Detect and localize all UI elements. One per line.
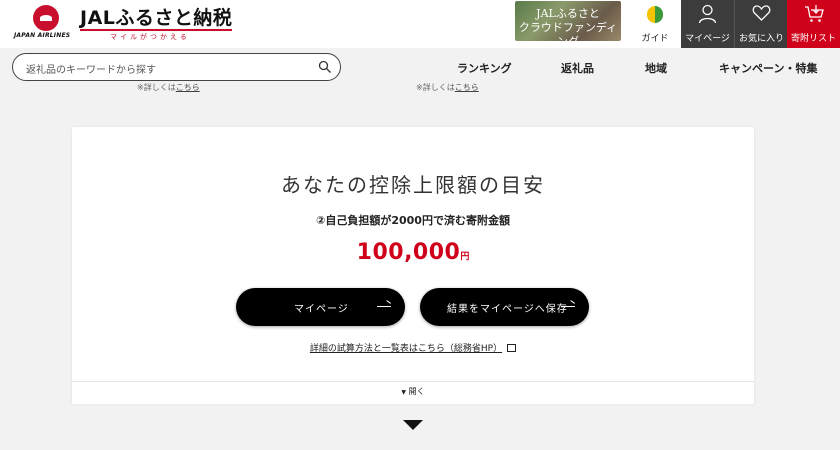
donation-list-button[interactable]: 寄附リスト (787, 0, 840, 48)
site-header: JAPAN AIRLINES JALふるさと納税 マイルがつかえる JALふるさ… (0, 0, 840, 48)
expand-label: 開く (408, 387, 425, 396)
crowdfunding-line2: クラウドファンディング (518, 21, 618, 48)
deduction-result-card: あなたの控除上限額の目安 ②自己負担額が2000円で済む寄附金額 100,000… (72, 127, 754, 404)
nav-item-gifts[interactable]: 返礼品 (561, 60, 594, 76)
main-nav: 返礼品のキーワードから探す ランキング 返礼品 地域 キャンペーン・特集 (0, 48, 840, 86)
arrow-right-icon (561, 306, 575, 307)
save-result-label: 結果をマイページへ保存 (447, 304, 568, 315)
crowdfunding-line1: JALふるさと (536, 7, 600, 20)
nav-item-campaign[interactable]: キャンペーン・特集 (719, 60, 817, 76)
external-link-icon (507, 344, 517, 352)
nav-item-region[interactable]: 地域 (645, 60, 667, 76)
result-amount-unit: 円 (460, 252, 470, 262)
result-amount-value: 100,000 (356, 240, 461, 265)
cart-icon (805, 5, 824, 22)
jal-logo[interactable]: JAPAN AIRLINES (14, 5, 76, 41)
jal-crane-logo (33, 5, 59, 31)
favorites-button[interactable]: お気に入り (734, 0, 787, 48)
mypage-link-button[interactable]: マイページ (236, 288, 405, 326)
search-icon[interactable] (318, 60, 332, 74)
guide-label: ガイド (641, 34, 669, 44)
beginner-leaf-icon (647, 6, 663, 23)
heart-icon (752, 5, 771, 21)
detail-method-link[interactable]: 詳細の試算方法と一覧表はこちら（総務省HP） (72, 341, 754, 354)
brand-title: JALふるさと納税 (80, 7, 233, 29)
favorites-label: お気に入り (738, 34, 784, 44)
brand-tagline: マイルがつかえる (110, 33, 190, 41)
mypage-label: マイページ (685, 34, 730, 44)
arrow-right-icon (377, 306, 391, 307)
card-divider (72, 381, 754, 382)
search-placeholder: 返礼品のキーワードから探す (26, 65, 156, 76)
person-icon (698, 4, 717, 24)
nav-item-ranking[interactable]: ランキング (457, 60, 512, 76)
brand-underline (80, 29, 232, 31)
detail-note-left: ※詳しくはこちら (137, 83, 200, 92)
detail-note-right-link[interactable]: こちら (455, 83, 479, 92)
mypage-link-label: マイページ (294, 304, 349, 315)
result-title: あなたの控除上限額の目安 (281, 173, 545, 197)
caret-down-icon: ▼ (401, 389, 407, 396)
chevron-down-icon[interactable] (403, 420, 423, 430)
crowdfunding-banner-button[interactable]: JALふるさと クラウドファンディング (515, 1, 621, 48)
save-result-button[interactable]: 結果をマイページへ保存 (420, 288, 589, 326)
detail-note-left-link[interactable]: こちら (176, 83, 200, 92)
result-subtitle: ②自己負担額が2000円で済む寄附金額 (316, 214, 510, 227)
search-input[interactable]: 返礼品のキーワードから探す (12, 53, 341, 81)
airline-name: JAPAN AIRLINES (14, 32, 71, 39)
expand-toggle[interactable]: ▼ 開く (72, 386, 754, 397)
mypage-button[interactable]: マイページ (681, 0, 734, 48)
guide-button[interactable]: ガイド (630, 0, 680, 48)
brand-logo[interactable]: JALふるさと納税 マイルがつかえる (80, 3, 235, 43)
result-amount: 100,000円 (72, 240, 754, 265)
donation-list-label: 寄附リスト (790, 34, 836, 44)
detail-note-right: ※詳しくはこちら (416, 83, 479, 92)
